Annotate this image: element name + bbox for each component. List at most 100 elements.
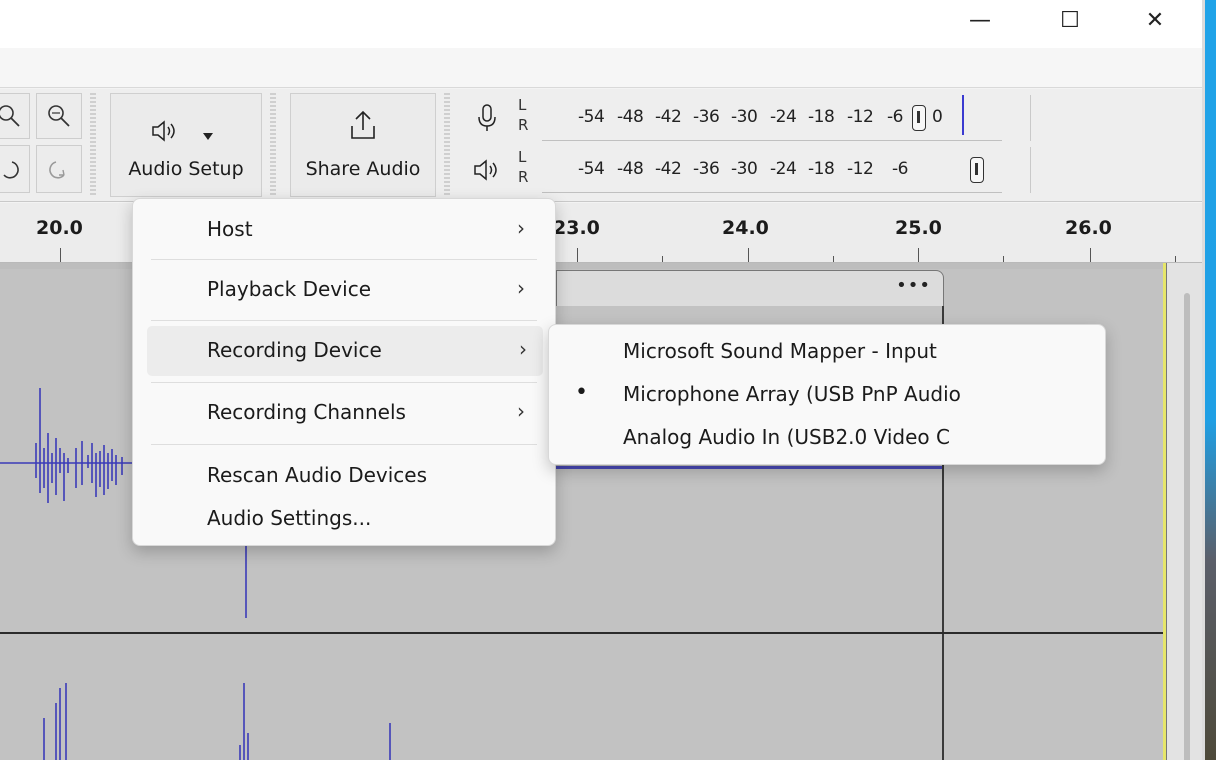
submenu-item-label: Analog Audio In (USB2.0 Video C: [623, 425, 950, 449]
menu-separator: [151, 382, 537, 383]
playback-meter-scale[interactable]: -54 -48 -42 -36 -30 -24 -18 -12 -6: [542, 147, 1002, 193]
channel-left-label: L: [518, 96, 527, 114]
menu-item-label: Recording Channels: [207, 400, 406, 424]
meter-tick: -48: [617, 107, 644, 127]
channel-right-label: R: [518, 116, 529, 134]
zoom-fit-icon[interactable]: [36, 93, 82, 139]
audio-setup-label: Audio Setup: [128, 158, 244, 180]
meter-tick: -36: [693, 107, 720, 127]
timeline-label: 24.0: [722, 217, 769, 239]
toolbar: Audio Setup Share Audio L R -54 -48 -42 …: [0, 89, 1202, 202]
meter-tick: -42: [655, 107, 682, 127]
timeline-label: 26.0: [1065, 217, 1112, 239]
meter-tick: -12: [847, 159, 874, 179]
timeline-tick: [1003, 256, 1004, 262]
timeline-tick: [748, 248, 749, 262]
meter-end-panel: [1030, 147, 1202, 193]
toolbar-grip[interactable]: [90, 93, 96, 197]
share-audio-button[interactable]: Share Audio: [290, 93, 436, 197]
menu-separator: [151, 320, 537, 321]
menu-bar-area: [0, 48, 1202, 88]
menu-item-label: Audio Settings...: [207, 506, 372, 530]
meter-tick: -36: [693, 159, 720, 179]
timeline-tick: [60, 248, 61, 262]
redo-icon[interactable]: [36, 145, 82, 193]
meter-tick: -42: [655, 159, 682, 179]
desktop-background: [1202, 0, 1216, 760]
meter-tick: -54: [578, 107, 605, 127]
menu-item-recording-device[interactable]: Recording Device ›: [147, 326, 543, 376]
meter-tick: -30: [731, 107, 758, 127]
meter-tick: -6: [892, 159, 908, 179]
menu-separator: [151, 259, 537, 260]
track-divider: [0, 632, 1163, 634]
menu-item-label: Recording Device: [207, 338, 382, 362]
menu-item-label: Playback Device: [207, 277, 371, 301]
minimize-icon[interactable]: —: [945, 0, 1015, 40]
menu-item-playback-device[interactable]: Playback Device ›: [133, 265, 555, 315]
meter-tick: -30: [731, 159, 758, 179]
menu-item-host[interactable]: Host ›: [133, 205, 555, 255]
toolbar-grip[interactable]: [270, 93, 276, 197]
meter-tick: -6: [887, 107, 903, 127]
playback-meter[interactable]: L R -54 -48 -42 -36 -30 -24 -18 -12 -6: [470, 147, 1031, 193]
clip-menu-button[interactable]: •••: [896, 275, 931, 296]
menu-item-audio-settings[interactable]: Audio Settings...: [133, 494, 555, 544]
timeline-label: 25.0: [895, 217, 942, 239]
recording-meter[interactable]: L R -54 -48 -42 -36 -30 -24 -18 -12 -6 0: [470, 95, 1031, 141]
chevron-right-icon: ›: [517, 216, 525, 240]
timeline-tick: [1175, 256, 1176, 262]
timeline-tick: [918, 248, 919, 262]
clip-selection-line: [556, 466, 944, 469]
timeline-tick: [577, 248, 578, 262]
recording-device-submenu: Microsoft Sound Mapper - Input • Microph…: [548, 324, 1106, 465]
menu-item-recording-channels[interactable]: Recording Channels ›: [133, 388, 555, 438]
timeline-tick: [662, 256, 663, 262]
meter-slider-grip: [917, 111, 920, 123]
meter-tick: -24: [770, 107, 797, 127]
toolbar-grip[interactable]: [444, 93, 450, 197]
meter-tick: 0: [932, 107, 943, 127]
submenu-item-sound-mapper[interactable]: Microsoft Sound Mapper - Input: [549, 331, 1105, 375]
microphone-icon[interactable]: [470, 101, 504, 135]
meter-tick: -12: [847, 107, 874, 127]
timeline-label: 20.0: [36, 217, 83, 239]
channel-right-label: R: [518, 168, 529, 186]
audio-setup-button[interactable]: Audio Setup: [110, 93, 262, 197]
channel-left-label: L: [518, 148, 527, 166]
vertical-scrollbar[interactable]: [1184, 293, 1190, 760]
dropdown-caret-icon: [203, 126, 213, 140]
selected-bullet-icon: •: [575, 380, 588, 405]
maximize-icon[interactable]: ☐: [1035, 0, 1105, 40]
chevron-right-icon: ›: [517, 399, 525, 423]
menu-item-label: Rescan Audio Devices: [207, 463, 428, 487]
timeline-tick: [1090, 248, 1091, 262]
meter-tick: -18: [808, 159, 835, 179]
timeline-tick: [833, 256, 834, 262]
submenu-item-label: Microsoft Sound Mapper - Input: [623, 339, 937, 363]
clip-header[interactable]: •••: [556, 270, 944, 306]
share-icon: [347, 108, 379, 144]
menu-separator: [151, 444, 537, 445]
meter-tick: -18: [808, 107, 835, 127]
menu-item-label: Host: [207, 217, 253, 241]
chevron-right-icon: ›: [519, 337, 527, 361]
meter-tick: -48: [617, 159, 644, 179]
track-side-panel: [1166, 263, 1202, 760]
undo-icon[interactable]: [0, 145, 30, 193]
window-title-bar: — ☐ ✕: [0, 0, 1202, 48]
recording-meter-scale[interactable]: -54 -48 -42 -36 -30 -24 -18 -12 -6 0: [542, 95, 1002, 141]
peak-indicator: [962, 95, 964, 135]
meter-slider-grip: [975, 163, 978, 175]
chevron-right-icon: ›: [517, 276, 525, 300]
audio-setup-menu: Host › Playback Device › Recording Devic…: [132, 198, 556, 546]
submenu-item-analog-audio-in[interactable]: Analog Audio In (USB2.0 Video C: [549, 417, 1105, 461]
zoom-in-icon[interactable]: [0, 93, 30, 139]
submenu-item-microphone-array[interactable]: • Microphone Array (USB PnP Audio: [549, 374, 1105, 418]
speaker-icon: [149, 116, 179, 146]
meter-tick: -54: [578, 159, 605, 179]
meter-tick: -24: [770, 159, 797, 179]
submenu-item-label: Microphone Array (USB PnP Audio: [623, 382, 961, 406]
close-icon[interactable]: ✕: [1120, 0, 1190, 40]
speaker-icon[interactable]: [470, 153, 504, 187]
